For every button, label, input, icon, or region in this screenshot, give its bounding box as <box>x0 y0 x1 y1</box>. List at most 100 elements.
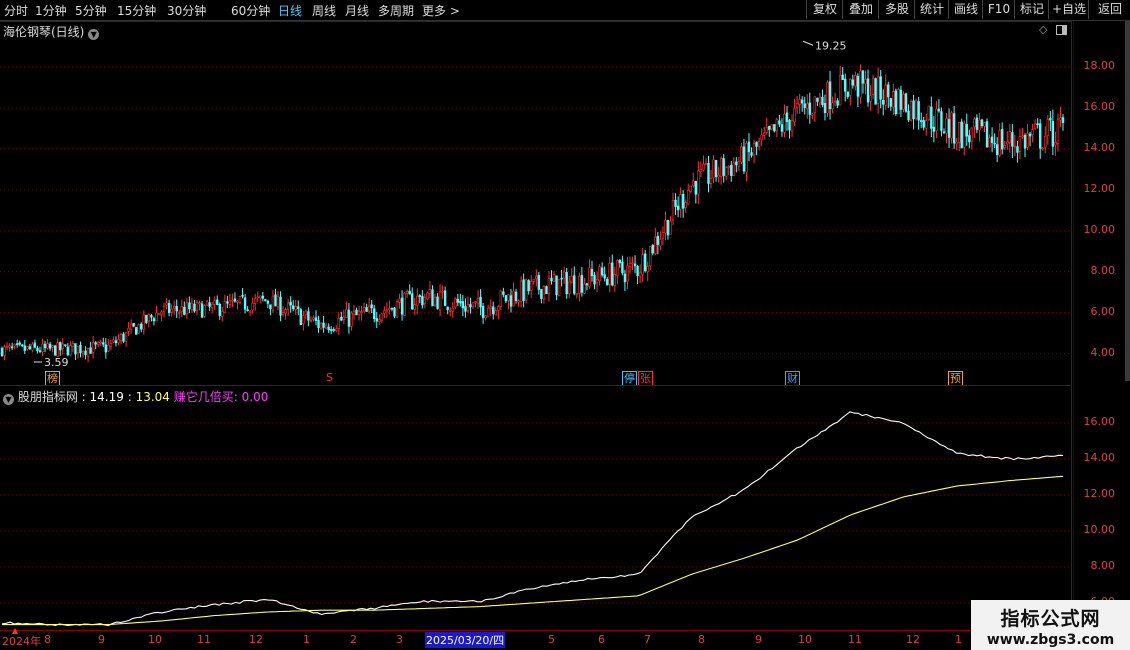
candle <box>269 304 272 316</box>
toolbar-button[interactable]: 返回 <box>1088 0 1130 19</box>
watermark-url: www.zbgs3.com <box>986 632 1115 648</box>
candle <box>188 296 191 313</box>
candle <box>1023 133 1027 158</box>
candle <box>355 307 358 316</box>
candle <box>264 299 267 302</box>
price-tick-label: 10.00 <box>1083 222 1116 236</box>
chevron-down-circle-icon[interactable]: ▼ <box>88 29 100 40</box>
event-marker[interactable]: 张 <box>638 371 653 386</box>
toolbar-button[interactable]: +自选 <box>1048 0 1089 19</box>
candle <box>332 327 335 333</box>
candle <box>689 185 692 194</box>
candle <box>932 116 936 143</box>
toolbar-button[interactable]: 画线 <box>948 0 983 19</box>
candle <box>909 99 913 122</box>
candle <box>755 141 758 156</box>
candle <box>497 304 500 320</box>
chevron-down-circle-icon[interactable]: ▼ <box>3 394 14 405</box>
candle <box>426 291 429 301</box>
candle <box>99 339 102 347</box>
date-axis[interactable]: 2024年8910111212356789101112122025/03/20/… <box>0 626 1130 650</box>
toolbar-item[interactable]: 周线 <box>312 2 336 19</box>
candle <box>86 347 90 363</box>
candle <box>785 106 789 131</box>
candle <box>598 264 601 286</box>
selected-date[interactable]: 2025/03/20/四 <box>425 632 506 648</box>
candle <box>783 104 786 138</box>
candle <box>489 299 492 316</box>
candle <box>114 336 118 347</box>
candle <box>251 297 254 314</box>
candle <box>699 161 703 178</box>
toolbar-button[interactable]: 复权 <box>806 0 843 19</box>
toolbar-item[interactable]: 15分钟 <box>117 2 156 19</box>
price-tick-label: 18.00 <box>1083 58 1116 72</box>
low-price-label: 3.59 <box>44 356 69 369</box>
toolbar-item[interactable]: 30分钟 <box>167 2 206 19</box>
price-tick-label: 14.00 <box>1083 140 1116 154</box>
toolbar-item[interactable]: 多周期 <box>378 2 414 19</box>
candle <box>849 78 852 106</box>
toolbar-item[interactable]: 月线 <box>345 2 369 19</box>
event-marker[interactable]: S <box>325 371 334 384</box>
toolbar-item[interactable]: 60分钟 <box>231 2 270 19</box>
candle <box>5 342 9 351</box>
candle <box>79 341 82 358</box>
candle <box>765 117 768 135</box>
toolbar-button[interactable]: 标记 <box>1014 0 1049 19</box>
candle <box>965 113 968 146</box>
candle <box>861 69 865 94</box>
toolbar-button[interactable]: 多股 <box>878 0 915 19</box>
event-marker[interactable]: 预 <box>948 371 963 386</box>
candlestick-panel[interactable]: 19.25 3.59 海伦钢琴(日线) ▼ ◇ 榜 S 停张 财 预 <box>0 21 1072 386</box>
toolbar-item[interactable]: 更多 > <box>422 2 460 19</box>
candle <box>41 338 44 356</box>
candle <box>18 340 21 347</box>
candlestick-chart[interactable]: 19.25 3.59 <box>0 22 1071 385</box>
toolbar-item[interactable]: 5分钟 <box>75 2 107 19</box>
toolbar-button[interactable]: F10 <box>982 0 1015 19</box>
candle <box>1039 119 1042 159</box>
diamond-icon[interactable]: ◇ <box>1039 23 1047 36</box>
candle <box>170 304 173 317</box>
candle <box>357 306 361 321</box>
candle <box>532 278 535 285</box>
candle <box>902 91 905 113</box>
event-marker[interactable]: 财 <box>785 371 800 386</box>
candle <box>466 296 470 313</box>
date-tick-label: 5 <box>548 633 555 646</box>
candle <box>413 297 416 316</box>
toolbar-button[interactable]: 叠加 <box>842 0 879 19</box>
event-marker[interactable]: 榜 <box>45 371 60 386</box>
price-tick-label: 8.00 <box>1090 263 1116 277</box>
toolbar-button[interactable]: 统计 <box>914 0 949 19</box>
candle <box>649 246 652 270</box>
candle <box>347 303 351 334</box>
candle <box>464 298 467 318</box>
candle <box>449 307 452 317</box>
period-toolbar: 分时 1分钟 5分钟 15分钟 30分钟 60分钟 日线 周线 月线 多周期 更多 > 复权 叠加 多股统… <box>0 0 1130 21</box>
toolbar-item[interactable]: 日线 <box>278 2 302 19</box>
indicator-chart[interactable] <box>0 386 1071 630</box>
toolbar-item[interactable]: 分时 <box>4 2 28 19</box>
candle <box>494 307 497 316</box>
date-tick-label: 12 <box>249 633 263 646</box>
window-icon[interactable] <box>1056 25 1067 35</box>
event-marker[interactable]: 停 <box>622 371 637 386</box>
candle <box>889 97 893 111</box>
price-tick-label: 12.00 <box>1083 181 1116 195</box>
candle <box>469 297 472 314</box>
candle <box>671 192 675 226</box>
candle <box>423 293 427 309</box>
candle <box>919 112 923 128</box>
candle <box>537 271 541 295</box>
candle <box>185 298 189 319</box>
candle <box>661 226 665 246</box>
candle <box>631 256 634 271</box>
candle <box>443 286 447 306</box>
toolbar-item[interactable]: 1分钟 <box>35 2 67 19</box>
indicator-panel[interactable]: ▼ 股朋指标网 : 14.19 : 13.04 赚它几倍买: 0.00 <box>0 385 1072 630</box>
date-tick-label: 1 <box>955 633 962 646</box>
candle <box>342 309 346 325</box>
date-tick-label: 8 <box>698 633 705 646</box>
